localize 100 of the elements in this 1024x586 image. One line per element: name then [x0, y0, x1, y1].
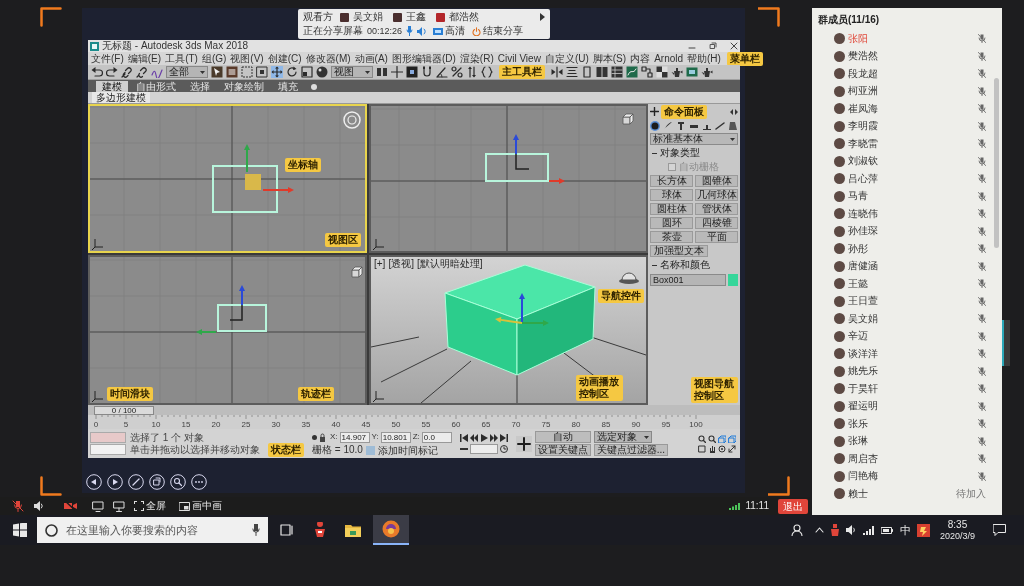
- menu-item[interactable]: 组(G): [200, 52, 228, 65]
- object-type-button[interactable]: 加强型文本: [650, 245, 708, 257]
- double-caret-icon[interactable]: [730, 107, 738, 116]
- dot-icon[interactable]: [310, 83, 318, 91]
- task-view-icon[interactable]: [280, 524, 294, 536]
- coordinate-field[interactable]: 14.907: [339, 431, 370, 443]
- restore-icon[interactable]: [709, 42, 717, 50]
- cube-icon[interactable]: [622, 113, 634, 125]
- monitor-icon[interactable]: [92, 500, 104, 512]
- columns-icon[interactable]: [596, 66, 608, 78]
- auto-key-button[interactable]: 自动: [534, 431, 591, 443]
- ribbon-tab[interactable]: 选择: [184, 81, 216, 92]
- cross-icon[interactable]: [391, 66, 403, 78]
- lock-icon[interactable]: [319, 432, 326, 442]
- menu-item[interactable]: 修改器(M): [304, 52, 352, 65]
- tall-rect-icon[interactable]: [581, 66, 593, 78]
- scrollbar-thumb[interactable]: [994, 78, 999, 248]
- ribbon-tab[interactable]: 对象绘制: [218, 81, 270, 92]
- taskbar-app-button[interactable]: [373, 515, 409, 545]
- link-icon[interactable]: [121, 66, 133, 78]
- undo-icon[interactable]: [91, 66, 103, 78]
- color-swatch-icon[interactable]: [728, 273, 738, 286]
- menu-item[interactable]: 脚本(S): [591, 52, 628, 65]
- menu-item[interactable]: 视图(V): [229, 52, 265, 65]
- move-gizmo-icon[interactable]: [513, 134, 565, 184]
- muted-mic-icon[interactable]: [978, 471, 986, 481]
- forward-icon[interactable]: [107, 474, 123, 490]
- rollout-header[interactable]: 对象类型: [650, 147, 738, 159]
- ribbon-tab[interactable]: 填充: [272, 81, 304, 92]
- selection-filter-dropdown[interactable]: 全部: [166, 66, 208, 78]
- muted-mic-icon[interactable]: [978, 366, 986, 376]
- checker-icon[interactable]: [656, 66, 668, 78]
- figure-tray-icon[interactable]: [829, 524, 840, 536]
- muted-mic-icon[interactable]: [978, 436, 986, 446]
- muted-mic-icon[interactable]: [978, 349, 986, 359]
- filled-square-icon[interactable]: [406, 66, 418, 78]
- menu-item[interactable]: 帮助(H): [686, 52, 722, 65]
- more-icon[interactable]: [191, 474, 207, 490]
- ring-icon[interactable]: [343, 111, 361, 129]
- reference-coordinate-dropdown[interactable]: 视图: [331, 66, 373, 78]
- mirror-icon[interactable]: [551, 66, 563, 78]
- move-icon[interactable]: [271, 66, 283, 78]
- move-gizmo-icon[interactable]: [196, 285, 245, 335]
- dome-icon[interactable]: [619, 272, 639, 284]
- muted-mic-icon[interactable]: [978, 156, 986, 166]
- magnifier-icon[interactable]: [698, 434, 706, 443]
- dot-icon[interactable]: [312, 434, 317, 440]
- window-select-icon[interactable]: [256, 66, 268, 78]
- viewport[interactable]: 时间滑块 轨迹栏: [88, 255, 367, 405]
- object-type-button[interactable]: 长方体: [650, 175, 693, 187]
- menu-item[interactable]: 编辑(E): [126, 52, 163, 65]
- menu-item[interactable]: 创建(C): [266, 52, 303, 65]
- wedge-icon[interactable]: [728, 120, 738, 131]
- cursor-icon[interactable]: [211, 66, 223, 78]
- copy-icon[interactable]: [149, 474, 165, 490]
- set-key-icon[interactable]: [515, 435, 532, 452]
- object-type-button[interactable]: 圆环: [650, 217, 693, 229]
- muted-mic-icon[interactable]: [978, 419, 986, 429]
- muted-mic-icon[interactable]: [978, 296, 986, 306]
- slash-circles-icon[interactable]: [451, 66, 463, 78]
- object-type-button[interactable]: 球体: [650, 189, 693, 201]
- search-field[interactable]: 在这里输入你要搜索的内容: [37, 517, 268, 543]
- teapot-icon[interactable]: [701, 66, 713, 78]
- menu-item[interactable]: 图形编辑器(D): [390, 52, 457, 65]
- rollout-header[interactable]: 名称和颜色: [650, 259, 738, 271]
- muted-mic-icon[interactable]: [978, 279, 986, 289]
- align-icon[interactable]: [566, 66, 578, 78]
- slash-icon[interactable]: [715, 120, 725, 131]
- name-field[interactable]: Box001: [650, 273, 726, 286]
- chevron-up-icon[interactable]: [814, 527, 824, 533]
- speaker-icon[interactable]: [845, 525, 857, 535]
- nodes-icon[interactable]: [641, 66, 653, 78]
- back-icon[interactable]: [86, 474, 102, 490]
- muted-mic-icon[interactable]: [978, 314, 986, 324]
- magnet-icon[interactable]: [421, 66, 433, 78]
- set-key-button[interactable]: 设置关键点: [534, 444, 591, 456]
- muted-mic-icon[interactable]: [978, 51, 986, 61]
- rotate-icon[interactable]: [286, 66, 298, 78]
- menu-item[interactable]: Arnold: [653, 52, 685, 65]
- figure-app-icon[interactable]: [312, 522, 328, 538]
- object-type-button[interactable]: 管状体: [695, 203, 738, 215]
- sphere-icon[interactable]: [650, 120, 660, 131]
- viewport-label[interactable]: [+]: [374, 258, 386, 270]
- magnifier-icon[interactable]: [708, 434, 716, 443]
- menu-item[interactable]: 工具(T): [164, 52, 199, 65]
- muted-mic-icon[interactable]: [978, 86, 986, 96]
- folder-icon[interactable]: [345, 523, 361, 537]
- caret-right-icon[interactable]: [540, 13, 545, 21]
- input-method-button[interactable]: 中: [899, 523, 911, 537]
- scale-icon[interactable]: [301, 66, 313, 78]
- muted-mic-icon[interactable]: [978, 261, 986, 271]
- orbit-icon[interactable]: [718, 444, 726, 453]
- teapot-icon[interactable]: [671, 66, 683, 78]
- ribbon-tab[interactable]: 自由形式: [130, 81, 182, 92]
- flame-app-icon[interactable]: [916, 523, 930, 537]
- box-outline[interactable]: [212, 165, 278, 213]
- picture-in-picture-button[interactable]: 画中画: [179, 500, 222, 512]
- quality-button[interactable]: 高清: [433, 25, 466, 37]
- sphere-icon[interactable]: [316, 66, 328, 78]
- hand-icon[interactable]: [708, 444, 716, 453]
